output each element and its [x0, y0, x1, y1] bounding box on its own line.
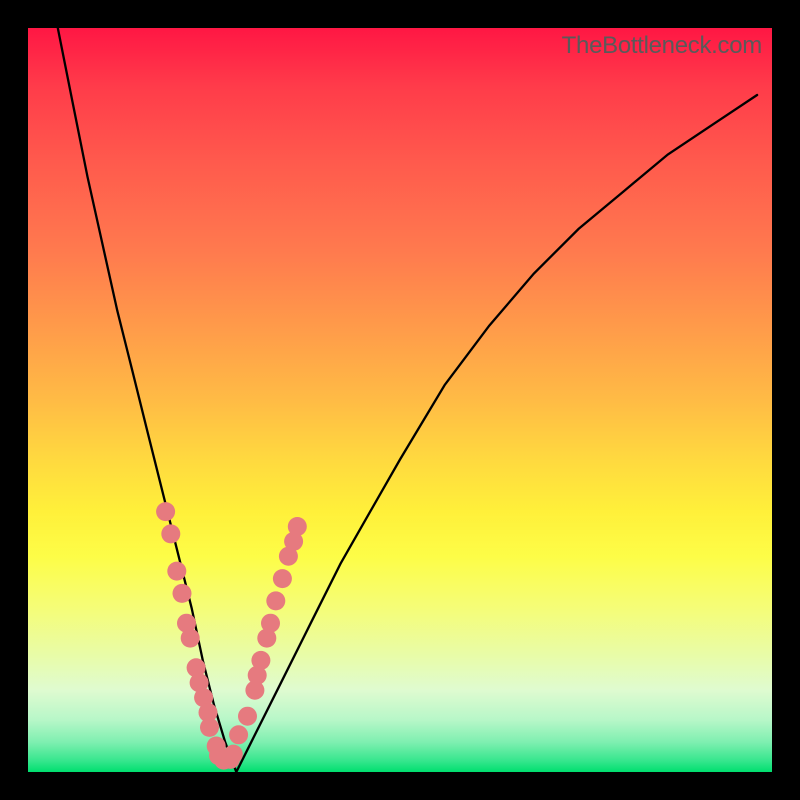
chart-frame: TheBottleneck.com: [0, 0, 800, 800]
bead-marker: [167, 562, 186, 581]
bead-marker: [261, 614, 280, 633]
bead-marker: [273, 569, 292, 588]
plot-area: TheBottleneck.com: [28, 28, 772, 772]
bead-marker: [181, 629, 200, 648]
bead-marker: [200, 718, 219, 737]
bead-marker: [173, 584, 192, 603]
highlight-beads-group: [156, 502, 307, 769]
curve-layer: [28, 28, 772, 772]
bead-marker: [224, 745, 243, 764]
bottleneck-curve-path: [58, 28, 757, 772]
bead-marker: [238, 707, 257, 726]
bead-marker: [251, 651, 270, 670]
bead-marker: [266, 591, 285, 610]
bead-marker: [161, 524, 180, 543]
bead-marker: [288, 517, 307, 536]
bead-marker: [229, 725, 248, 744]
bead-marker: [156, 502, 175, 521]
